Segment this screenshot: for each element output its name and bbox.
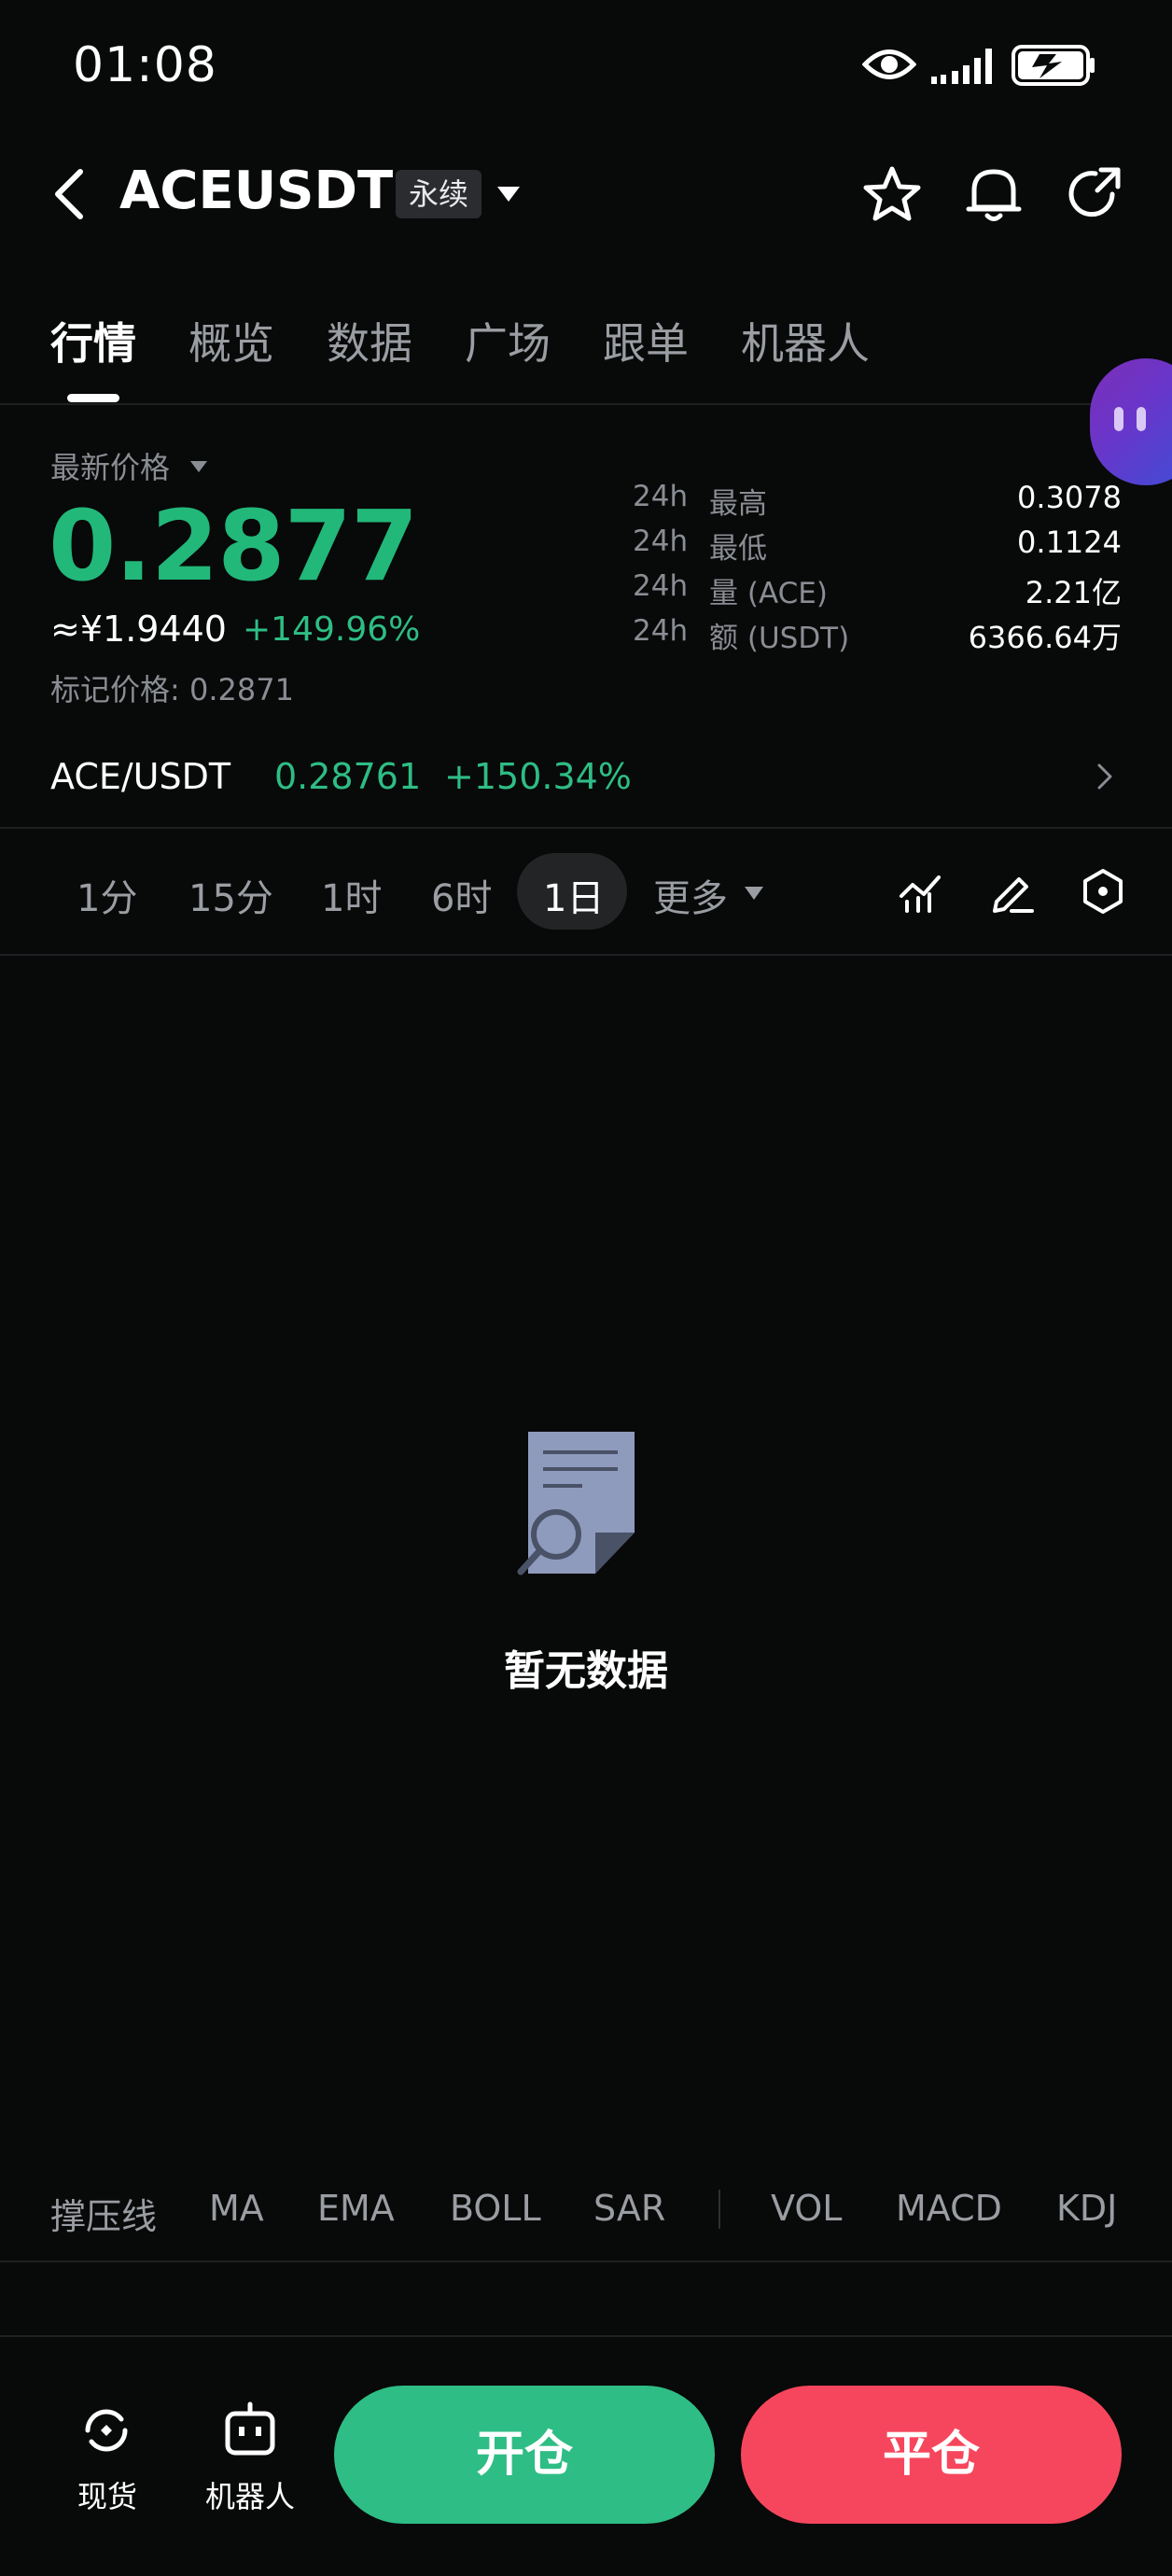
indicator-ma[interactable]: MA [209,2188,264,2229]
spot-change-percent: +150.34% [444,756,632,797]
empty-state-text: 暂无数据 [504,1647,668,1695]
tab-active-indicator [67,394,119,402]
indicator-group-divider [719,2190,720,2229]
indicator-vol[interactable]: VOL [771,2188,842,2229]
spot-price: 0.28761 [274,756,422,797]
status-time: 01:08 [73,37,217,93]
tab-robot[interactable]: 机器人 [741,310,870,371]
indicator-boll[interactable]: BOLL [450,2188,541,2229]
indicator-support-resistance[interactable]: 撑压线 [50,2188,157,2239]
stat-name: 额 (USDT) [709,622,850,655]
indicator-chart-icon[interactable] [898,870,942,915]
eye-icon [862,49,916,79]
stat-period: 24h [633,525,689,558]
stat-value-turnover: 6366.64万 [968,620,1122,655]
stat-period: 24h [633,480,689,513]
star-favorite-icon[interactable] [862,164,922,224]
mark-price: 标记价格: 0.2871 [50,672,294,707]
interval-1d[interactable]: 1日 [543,868,604,922]
stat-name: 最高 [709,487,767,521]
stat-value-low: 0.1124 [1017,525,1122,560]
symbol-dropdown-icon[interactable] [495,183,523,205]
indicator-sar[interactable]: SAR [593,2188,665,2229]
stat-period: 24h [633,569,689,603]
interval-1min[interactable]: 1分 [77,868,137,922]
robot-icon [225,2401,275,2456]
spot-exchange-icon [85,2409,128,2452]
floating-assistant-bubble[interactable] [1090,358,1172,485]
tab-overview[interactable]: 概览 [188,310,274,371]
close-position-button[interactable]: 平仓 [741,2386,1122,2524]
open-position-button[interactable]: 开仓 [334,2386,715,2524]
indicator-macd[interactable]: MACD [896,2188,1002,2229]
latest-price-label[interactable]: 最新价格 [50,444,170,487]
interval-more[interactable]: 更多 [653,868,728,922]
interval-1h[interactable]: 1时 [321,868,382,922]
tab-data[interactable]: 数据 [327,310,412,371]
bell-alert-icon[interactable] [965,162,1023,224]
no-data-document-icon [517,1432,635,1575]
settings-hexagon-icon[interactable] [1081,868,1125,915]
spot-divider [0,827,1172,829]
indicator-kdj[interactable]: KDJ [1056,2188,1117,2229]
symbol-title[interactable]: ACEUSDT [119,161,393,221]
signal-icon [931,49,992,84]
interval-divider [0,954,1172,956]
indicator-ema[interactable]: EMA [317,2188,395,2229]
interval-6h[interactable]: 6时 [431,868,492,922]
tab-copy-trading[interactable]: 跟单 [603,310,689,371]
chevron-right-icon[interactable] [1095,762,1114,791]
tabs-divider [0,403,1172,405]
more-dropdown-icon[interactable] [743,885,765,902]
tab-square[interactable]: 广场 [465,310,551,371]
draw-pen-icon[interactable] [989,868,1036,915]
price-change-percent: +149.96% [243,610,421,649]
tab-market[interactable]: 行情 [50,310,136,371]
contract-type-badge[interactable]: 永续 [396,170,482,218]
stat-period: 24h [633,614,689,648]
stat-value-volume: 2.21亿 [1025,575,1122,610]
bottom-bar-divider [0,2335,1172,2337]
price-type-dropdown-icon[interactable] [188,459,209,474]
stat-name: 最低 [709,532,767,566]
stat-name: 量 (ACE) [709,577,828,610]
share-icon[interactable] [1066,164,1125,224]
indicators-divider [0,2261,1172,2262]
interval-15min[interactable]: 15分 [188,868,273,922]
battery-icon [1012,45,1095,86]
back-arrow-icon[interactable] [50,168,88,220]
stat-value-high: 0.3078 [1017,480,1122,515]
last-price: 0.2877 [49,489,418,603]
cny-price: ≈¥1.9440 [50,609,227,650]
spot-nav-label: 现货 [77,2479,137,2514]
robot-nav-label: 机器人 [204,2479,295,2514]
spot-pair-label: ACE/USDT [50,756,231,797]
